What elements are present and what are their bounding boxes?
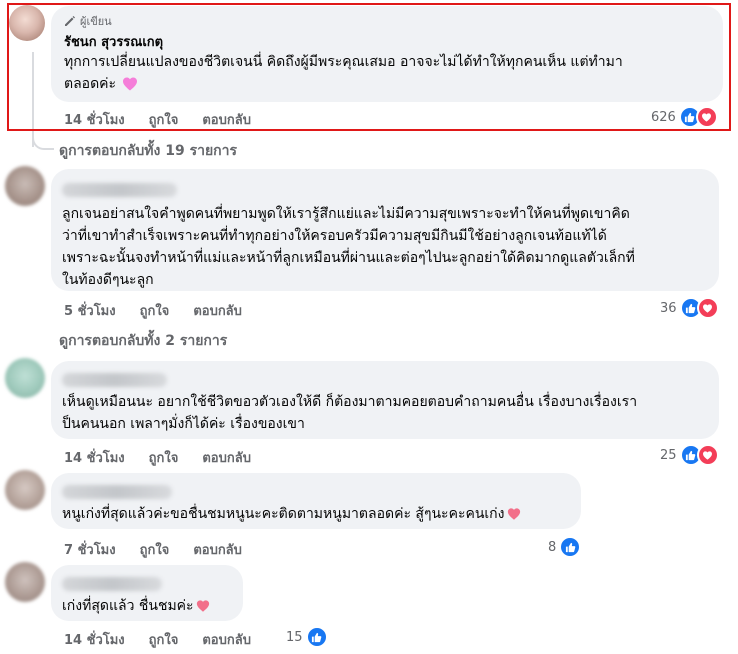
commenter-name-redacted [62,373,167,387]
comment-meta: 14 ชั่วโมง ถูกใจ ตอบกลับ [64,447,251,468]
like-reaction-icon [559,536,582,558]
like-reaction-icon [305,626,328,648]
reaction-count: 15 [286,629,303,645]
highlight-box [7,3,731,131]
reaction-count: 25 [660,447,677,463]
like-button[interactable]: ถูกใจ [149,447,179,468]
reply-button[interactable]: ตอบกลับ [202,629,251,650]
like-button[interactable]: ถูกใจ [140,539,170,560]
comment-text-line: เก่งที่สุดแล้ว ชื่นชมค่ะ [62,595,210,617]
reply-button[interactable]: ตอบกลับ [202,447,251,468]
comment-text-line: เห็นดูเหมือนนะ อยากใช้ชีวิตขอวตัวเองให้ด… [62,394,638,410]
timestamp[interactable]: 14 ชั่วโมง [64,629,125,650]
love-reaction-icon [696,444,719,466]
reaction-summary[interactable]: 15 [286,626,328,648]
timestamp[interactable]: 5 ชั่วโมง [64,300,116,321]
comment-meta: 7 ชั่วโมง ถูกใจ ตอบกลับ [64,539,242,560]
comment-meta: 14 ชั่วโมง ถูกใจ ตอบกลับ [64,629,251,650]
view-replies-link[interactable]: ดูการตอบกลับทั้ง 2 รายการ [59,330,227,352]
like-button[interactable]: ถูกใจ [149,629,179,650]
reaction-summary[interactable]: 36 [660,297,719,319]
comment-text-line: ในท้องดีๆนะลูก [62,272,154,288]
timestamp[interactable]: 7 ชั่วโมง [64,539,116,560]
commenter-name-redacted [62,577,162,591]
reply-button[interactable]: ตอบกลับ [193,300,242,321]
commenter-avatar[interactable] [5,562,45,602]
comment-text-line: หนูเก่งที่สุดแล้วค่ะขอชื่นชมหนูนะคะติดตา… [62,503,521,525]
comment-text-line: ลูกเจนอย่าสนใจคำพูดคนที่พยามพูดให้เรารู้… [62,206,630,222]
reaction-summary[interactable]: 25 [660,444,719,466]
view-replies-link[interactable]: ดูการตอบกลับทั้ง 19 รายการ [59,140,237,162]
reaction-count: 36 [660,300,677,316]
like-button[interactable]: ถูกใจ [140,300,170,321]
commenter-avatar[interactable] [5,166,45,206]
reaction-summary[interactable]: 8 [548,536,582,558]
timestamp[interactable]: 14 ชั่วโมง [64,447,125,468]
commenter-avatar[interactable] [5,358,45,398]
heart-emoji [507,508,520,520]
comment-text-line: เพราะฉะนั้นจงทำหน้าที่แม่และหน้าที่ลูกเห… [62,250,635,266]
comment-text-line: ว่าที่เขาทำสำเร็จเพราะคนที่ทำทุกอย่างให้… [62,228,607,244]
reaction-count: 8 [548,539,557,555]
commenter-name-redacted [62,485,172,499]
reply-button[interactable]: ตอบกลับ [193,539,242,560]
comment-meta: 5 ชั่วโมง ถูกใจ ตอบกลับ [64,300,242,321]
commenter-name-redacted [62,183,177,197]
heart-emoji [196,600,209,612]
comment-text-line: ป็นคนนอก เพลาๆมั่งก็ได้ค่ะ เรื่องของเขา [62,416,305,432]
love-reaction-icon [696,297,719,319]
thread-connector [32,132,54,150]
commenter-avatar[interactable] [5,470,45,510]
